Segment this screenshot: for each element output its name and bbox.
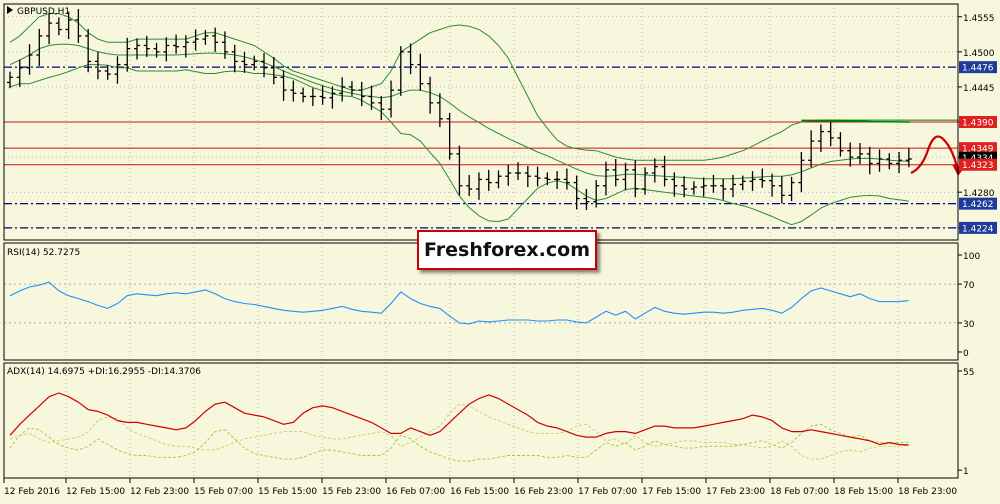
x-tick-label: 15 Feb 07:00 — [194, 487, 253, 497]
x-tick-label: 18 Feb 15:00 — [834, 487, 893, 497]
adx-tick-label: 55 — [963, 368, 974, 378]
rsi-tick-label: 70 — [963, 281, 975, 291]
y-tick-label: 1.4555 — [963, 14, 995, 24]
rsi-tick-label: 0 — [963, 349, 969, 359]
x-tick-label: 12 Feb 2016 — [4, 487, 60, 497]
price-levels — [4, 66, 958, 229]
x-tick-label: 16 Feb 23:00 — [514, 487, 573, 497]
y-tick-label: 1.4445 — [963, 84, 995, 94]
x-tick-label: 15 Feb 23:00 — [322, 487, 381, 497]
forecast-arrow-path — [910, 135, 960, 175]
chart-window: 1.45551.45001.44451.43901.43351.42801.42… — [0, 0, 1000, 500]
price-label-text: 1.4476 — [962, 64, 994, 74]
price-label-text: 1.4224 — [962, 224, 994, 234]
panel-labels: GBPUSD,H1 RSI(14) 52.7275 ADX(14) 14.6975 … — [7, 6, 201, 377]
price-label-text: 1.4390 — [962, 119, 994, 129]
plus-di-line — [9, 423, 909, 462]
watermark: Freshforex.com — [417, 230, 597, 270]
y-tick-label: 1.4500 — [963, 49, 995, 59]
minus-di-line — [9, 403, 909, 460]
price-label-text: 1.4262 — [962, 200, 994, 210]
adx-title: ADX(14) 14.6975 +DI:16.2955 -DI:14.3706 — [7, 367, 201, 377]
x-tick-label: 17 Feb 15:00 — [642, 487, 701, 497]
x-tick-label: 12 Feb 15:00 — [66, 487, 125, 497]
rsi-tick-label: 100 — [963, 252, 980, 262]
adx-line — [9, 392, 909, 446]
symbol-title: GBPUSD,H1 — [17, 7, 70, 17]
adx-tick-label: 1 — [963, 467, 969, 477]
rsi-title: RSI(14) 52.7275 — [7, 248, 80, 258]
x-tick-label: 12 Feb 23:00 — [130, 487, 189, 497]
x-tick-label: 17 Feb 07:00 — [578, 487, 637, 497]
rsi-line — [9, 281, 909, 325]
symbol-marker-icon — [7, 6, 13, 14]
x-tick-label: 16 Feb 15:00 — [450, 487, 509, 497]
x-tick-label: 16 Feb 07:00 — [386, 487, 445, 497]
bollinger-lower-line — [9, 64, 909, 226]
x-tick-label: 17 Feb 23:00 — [706, 487, 765, 497]
x-tick-label: 18 Feb 23:00 — [898, 487, 957, 497]
x-tick-label: 18 Feb 07:00 — [770, 487, 829, 497]
panel-frame-adx — [3, 362, 959, 479]
price-label-text: 1.4323 — [962, 161, 994, 171]
x-tick-label: 15 Feb 15:00 — [258, 487, 317, 497]
rsi-tick-label: 30 — [963, 320, 975, 330]
